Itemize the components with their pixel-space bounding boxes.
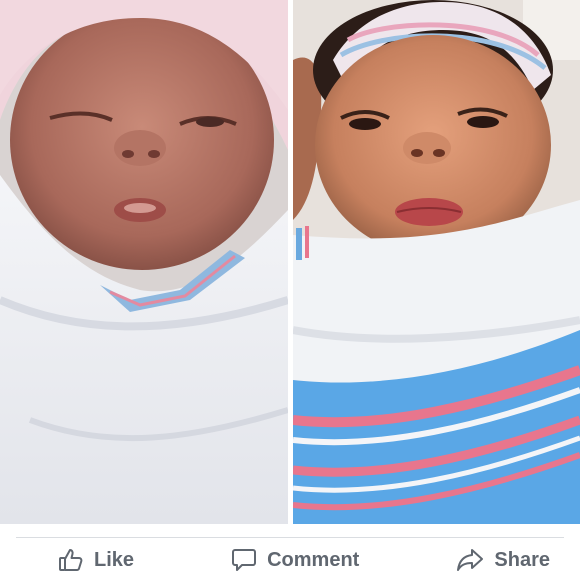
like-button[interactable]: Like bbox=[58, 547, 134, 573]
share-label: Share bbox=[494, 548, 550, 571]
comment-button[interactable]: Comment bbox=[231, 547, 359, 573]
post-action-bar: Like Comment Share bbox=[0, 540, 580, 580]
thumbs-up-icon bbox=[58, 547, 84, 573]
newborn-photo-right[interactable] bbox=[293, 0, 580, 524]
like-label: Like bbox=[94, 548, 135, 571]
newborn-photo-left[interactable] bbox=[0, 0, 288, 524]
share-arrow-icon bbox=[456, 547, 484, 573]
comment-bubble-icon bbox=[231, 547, 257, 573]
share-button[interactable]: Share bbox=[456, 547, 550, 573]
comment-label: Comment bbox=[267, 548, 360, 571]
post-photo-collage[interactable] bbox=[0, 0, 580, 524]
action-bar-divider bbox=[16, 537, 564, 538]
